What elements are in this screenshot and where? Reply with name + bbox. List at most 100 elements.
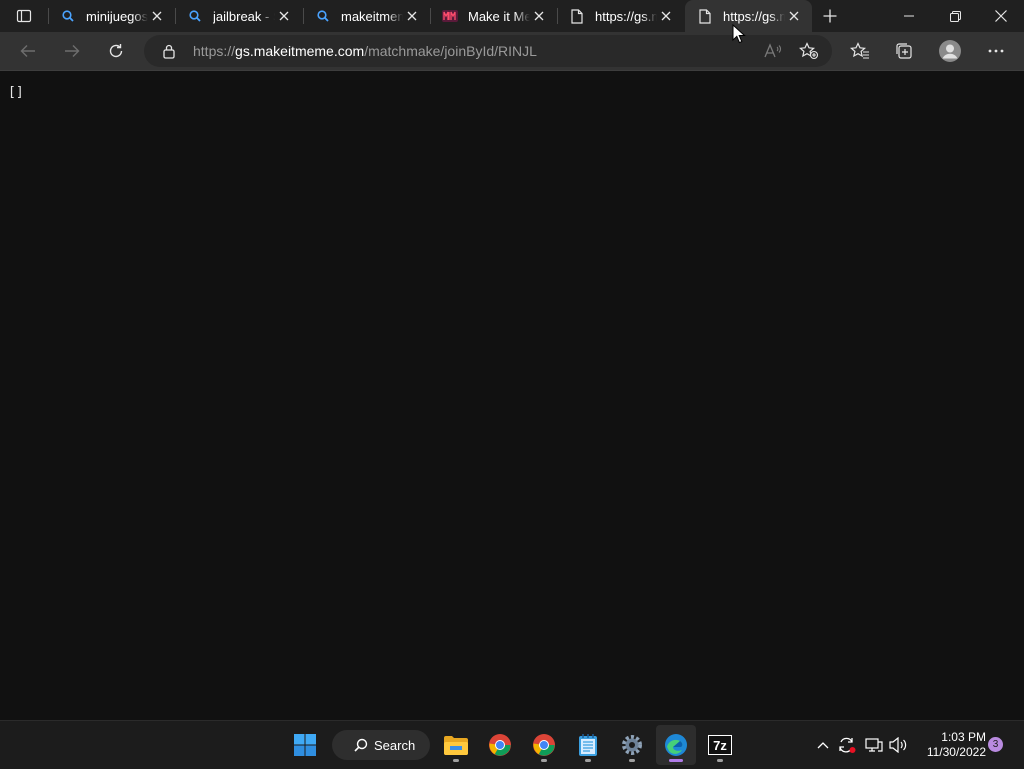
lock-icon[interactable] [162, 43, 178, 59]
running-indicator [717, 759, 723, 762]
refresh-icon [109, 44, 123, 58]
taskbar: Search 7z 1:03 PM 11/30/2022 3 [0, 720, 1024, 769]
tab-title: https://gs.m [595, 8, 657, 24]
tab-strip: minijuegos jailbreak - S makeitmem Make … [0, 0, 1024, 32]
collections-icon [896, 43, 912, 59]
notification-badge[interactable]: 3 [988, 737, 1003, 752]
taskbar-file-explorer[interactable] [436, 725, 476, 765]
search-icon [187, 8, 203, 24]
start-button[interactable] [285, 725, 325, 765]
tab-title: Make it Me [468, 8, 530, 24]
read-aloud-icon[interactable] [763, 41, 783, 61]
notepad-icon [579, 734, 597, 756]
page-icon [569, 8, 585, 24]
settings-more-button[interactable] [981, 36, 1011, 66]
taskbar-chrome-2[interactable] [524, 725, 564, 765]
page-icon [697, 8, 713, 24]
close-icon[interactable] [786, 8, 802, 24]
tab-separator [557, 8, 558, 24]
search-icon [60, 8, 76, 24]
close-icon [995, 10, 1007, 22]
plus-icon [823, 9, 837, 23]
forward-button[interactable] [57, 36, 87, 66]
tab-actions-button[interactable] [8, 0, 40, 32]
tab-title: makeitmem [341, 8, 403, 24]
taskbar-notepad[interactable] [568, 725, 608, 765]
taskbar-search[interactable]: Search [332, 730, 430, 760]
restore-icon [949, 10, 961, 22]
settings-icon [622, 735, 642, 755]
makeitmeme-logo-icon [442, 8, 458, 24]
volume-icon[interactable] [889, 735, 909, 755]
new-tab-button[interactable] [818, 4, 842, 28]
windows-start-icon [294, 734, 316, 756]
svg-text:7z: 7z [713, 738, 727, 753]
tab-title: jailbreak - S [213, 8, 275, 24]
page-content: [] [0, 71, 1024, 720]
tab-make-it-meme[interactable]: Make it Me [430, 0, 557, 32]
more-icon [988, 49, 1004, 53]
add-favorite-icon[interactable] [799, 41, 819, 61]
tab-title: minijuegos [86, 8, 148, 24]
back-button[interactable] [13, 36, 43, 66]
taskbar-edge[interactable] [656, 725, 696, 765]
tab-separator [430, 8, 431, 24]
minimize-icon [904, 15, 914, 17]
tab-separator [175, 8, 176, 24]
running-indicator [585, 759, 591, 762]
url-path: /matchmake/joinById/RINJL [364, 43, 537, 59]
arrow-left-icon [20, 45, 35, 57]
tab-gs-makeitmeme-active[interactable]: https://gs.m [685, 0, 812, 32]
avatar-icon [939, 40, 961, 62]
running-indicator [629, 759, 635, 762]
refresh-button[interactable] [101, 36, 131, 66]
tab-makeitmeme-search[interactable]: makeitmem [303, 0, 430, 32]
json-response-text: [] [8, 85, 24, 100]
running-indicator [541, 759, 547, 762]
tab-minijuegos[interactable]: minijuegos [48, 0, 175, 32]
restore-button[interactable] [932, 0, 978, 32]
active-indicator [669, 759, 683, 762]
network-icon[interactable] [864, 735, 884, 755]
running-indicator [453, 759, 459, 762]
tab-gs-makeitmeme-1[interactable]: https://gs.m [557, 0, 684, 32]
search-label: Search [374, 737, 416, 753]
close-icon[interactable] [404, 8, 420, 24]
tab-actions-icon [16, 9, 32, 23]
address-url[interactable]: https://gs.makeitmeme.com/matchmake/join… [193, 43, 537, 59]
edge-icon [665, 734, 687, 756]
7zip-icon: 7z [708, 735, 732, 755]
favorites-icon [850, 42, 869, 59]
close-icon[interactable] [658, 8, 674, 24]
url-domain: gs.makeitmeme.com [235, 43, 365, 59]
profile-button[interactable] [935, 36, 965, 66]
close-icon[interactable] [149, 8, 165, 24]
taskbar-settings[interactable] [612, 725, 652, 765]
taskbar-chrome-1[interactable] [480, 725, 520, 765]
collections-button[interactable] [889, 36, 919, 66]
chrome-icon [533, 734, 555, 756]
chrome-icon [489, 734, 511, 756]
clock[interactable]: 1:03 PM 11/30/2022 [916, 730, 986, 760]
close-icon[interactable] [276, 8, 292, 24]
search-icon [354, 738, 368, 752]
browser-toolbar: https://gs.makeitmeme.com/matchmake/join… [0, 32, 1024, 71]
minimize-button[interactable] [886, 0, 932, 32]
arrow-right-icon [65, 45, 80, 57]
file-explorer-icon [444, 736, 468, 755]
tab-separator [48, 8, 49, 24]
sync-icon[interactable] [837, 735, 857, 755]
address-bar[interactable]: https://gs.makeitmeme.com/matchmake/join… [144, 35, 832, 67]
taskbar-7zip[interactable]: 7z [700, 725, 740, 765]
clock-time: 1:03 PM [941, 730, 986, 744]
url-scheme: https:// [193, 43, 236, 59]
mouse-cursor-icon [732, 24, 746, 44]
tab-separator [303, 8, 304, 24]
close-icon[interactable] [531, 8, 547, 24]
tab-title: https://gs.m [723, 8, 785, 24]
tab-jailbreak[interactable]: jailbreak - S [175, 0, 302, 32]
favorites-button[interactable] [845, 36, 875, 66]
close-window-button[interactable] [978, 0, 1024, 32]
search-icon [315, 8, 331, 24]
chevron-up-icon[interactable] [813, 735, 833, 755]
